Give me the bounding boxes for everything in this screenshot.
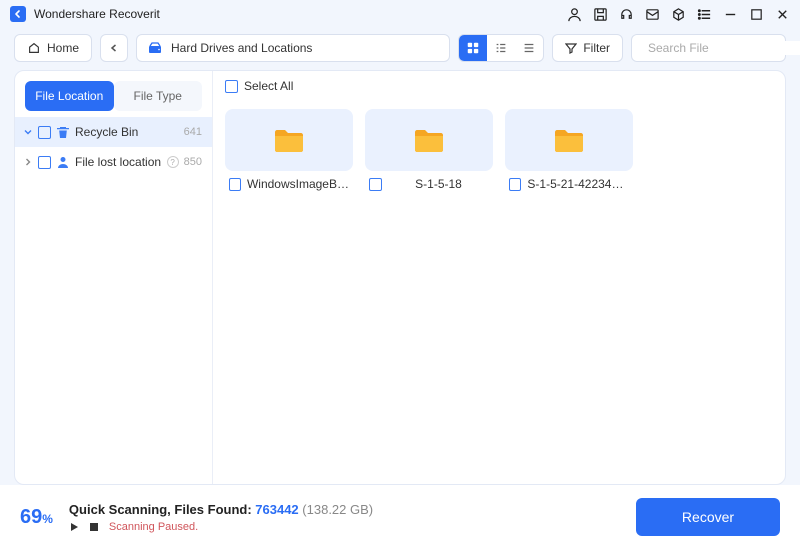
home-button[interactable]: Home [14,34,92,62]
scan-paused-text: Scanning Paused. [109,521,198,533]
filter-label: Filter [583,41,610,55]
funnel-icon [565,42,577,54]
resume-button[interactable] [69,522,79,532]
folder-name: WindowsImageBac... [247,177,349,191]
folder-tile [505,109,633,171]
chevron-down-icon[interactable] [23,127,33,137]
folder-tile [225,109,353,171]
search-box[interactable] [631,34,786,62]
minimize-icon[interactable] [722,6,738,22]
folder-card[interactable]: S-1-5-18 [365,109,493,191]
user-icon [56,155,70,169]
tree-item-recycle-bin[interactable]: Recycle Bin 641 [15,117,212,147]
home-label: Home [47,41,79,55]
location-text: Hard Drives and Locations [171,41,312,55]
tree-count: 850 [184,156,202,168]
folder-name: S-1-5-18 [388,177,489,191]
location-bar[interactable]: Hard Drives and Locations [136,34,450,62]
folder-checkbox[interactable] [509,178,521,191]
view-grid-button[interactable] [459,35,487,61]
home-icon [27,41,41,55]
chevron-left-icon [109,43,119,53]
view-detail-button[interactable] [487,35,515,61]
progress-percent: 69% [20,506,53,529]
tree-label: Recycle Bin [75,125,179,139]
view-toggle [458,34,544,62]
tab-file-location[interactable]: File Location [25,81,114,111]
folder-icon [413,126,445,154]
app-logo [10,6,26,22]
headset-icon[interactable] [618,6,634,22]
tree-checkbox[interactable] [38,156,51,169]
folder-tile [365,109,493,171]
chevron-right-icon[interactable] [23,157,33,167]
scan-status-line: Quick Scanning, Files Found: 763442 (138… [69,502,620,517]
tree-count: 641 [184,126,202,138]
folder-icon [553,126,585,154]
folder-checkbox[interactable] [369,178,382,191]
save-icon[interactable] [592,6,608,22]
search-input[interactable] [648,41,800,55]
recover-button[interactable]: Recover [636,498,780,536]
tab-file-type[interactable]: File Type [114,81,203,111]
tree-checkbox[interactable] [38,126,51,139]
account-icon[interactable] [566,6,582,22]
cube-icon[interactable] [670,6,686,22]
folder-name: S-1-5-21-4223439... [527,177,629,191]
tree-label: File lost location [75,155,162,169]
drive-icon [147,40,163,56]
select-all-checkbox[interactable] [225,80,238,93]
menu-list-icon[interactable] [696,6,712,22]
folder-card[interactable]: S-1-5-21-4223439... [505,109,633,191]
mail-icon[interactable] [644,6,660,22]
select-all-label: Select All [244,79,293,93]
folder-icon [273,126,305,154]
maximize-icon[interactable] [748,6,764,22]
trash-icon [56,125,70,139]
close-icon[interactable] [774,6,790,22]
filter-button[interactable]: Filter [552,34,623,62]
app-title: Wondershare Recoverit [34,7,160,21]
stop-button[interactable] [89,522,99,532]
nav-back-button[interactable] [100,34,128,62]
tree-item-file-lost[interactable]: File lost location ? 850 [15,147,212,177]
folder-card[interactable]: WindowsImageBac... [225,109,353,191]
folder-checkbox[interactable] [229,178,241,191]
view-list-button[interactable] [515,35,543,61]
help-icon[interactable]: ? [167,156,179,168]
